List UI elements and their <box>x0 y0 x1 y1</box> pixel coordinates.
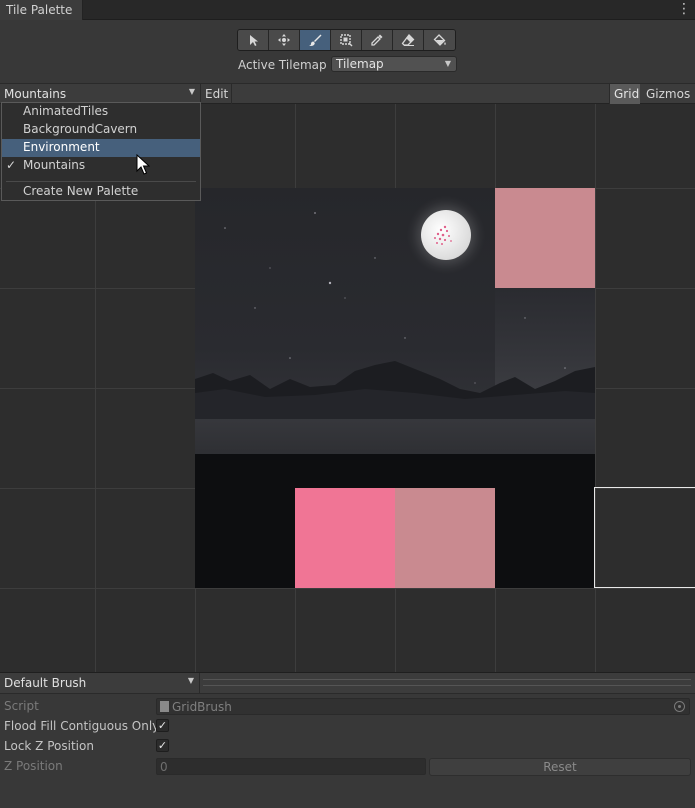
script-value: GridBrush <box>172 700 232 714</box>
brush-inspector: Script GridBrush Flood Fill Contiguous O… <box>0 694 695 808</box>
gizmos-toggle-button[interactable]: Gizmos <box>641 84 695 104</box>
moon <box>421 210 471 260</box>
mouse-cursor-icon <box>136 154 150 175</box>
tab-title: Tile Palette <box>6 3 73 17</box>
menu-item-backgroundcavern[interactable]: BackgroundCavern <box>2 121 200 139</box>
palette-tile-pink[interactable] <box>495 188 595 288</box>
move-tool-button[interactable] <box>269 30 300 50</box>
flood-fill-checkbox[interactable]: ✓ <box>156 719 169 732</box>
brush-dropdown[interactable]: Default Brush ▼ <box>0 673 200 693</box>
script-field[interactable]: GridBrush <box>156 698 690 715</box>
z-position-field[interactable]: 0 <box>156 758 426 775</box>
palette-menu: AnimatedTiles BackgroundCavern Environme… <box>1 102 201 201</box>
menu-item-create-new-palette[interactable]: Create New Palette <box>2 183 200 201</box>
more-options-icon[interactable]: ⋮ <box>677 0 691 20</box>
checkmark-icon: ✓ <box>6 158 17 172</box>
eraser-icon <box>401 34 415 46</box>
lock-z-row: Lock Z Position ✓ <box>0 736 695 756</box>
reset-button[interactable]: Reset <box>429 758 691 776</box>
menu-item-label: Environment <box>23 140 100 154</box>
chevron-down-icon: ▼ <box>187 676 194 685</box>
active-tilemap-dropdown[interactable]: Tilemap ▼ <box>331 56 457 72</box>
menu-item-label: Create New Palette <box>23 184 139 198</box>
menu-item-label: BackgroundCavern <box>23 122 138 136</box>
z-position-row: Z Position 0 Reset <box>0 756 695 776</box>
paint-tool-button[interactable] <box>300 30 331 50</box>
flood-fill-icon <box>433 34 446 46</box>
script-file-icon <box>160 701 169 712</box>
palette-bar: Mountains ▼ Edit Grid Gizmos <box>0 83 695 104</box>
lock-z-label: Lock Z Position <box>4 739 94 753</box>
lock-z-checkbox[interactable]: ✓ <box>156 739 169 752</box>
brush-bar: Default Brush ▼ <box>0 672 695 694</box>
object-picker-icon[interactable] <box>674 701 685 712</box>
chevron-down-icon: ▼ <box>188 87 195 96</box>
active-tilemap-value: Tilemap <box>336 57 384 71</box>
selected-cell-outline <box>594 487 695 588</box>
menu-item-animatedtiles[interactable]: AnimatedTiles <box>2 103 200 121</box>
menu-separator <box>6 181 196 182</box>
tool-strip <box>237 29 456 51</box>
active-tilemap-label: Active Tilemap <box>238 58 327 72</box>
moon-craters <box>434 225 452 245</box>
edit-palette-button[interactable]: Edit <box>200 84 232 104</box>
script-row: Script GridBrush <box>0 696 695 716</box>
picker-tool-button[interactable] <box>362 30 393 50</box>
tab-bar: Tile Palette ⋮ <box>0 0 695 20</box>
palette-tile-pink[interactable] <box>395 488 495 588</box>
palette-dropdown[interactable]: Mountains ▼ <box>0 84 200 104</box>
box-fill-tool-button[interactable] <box>331 30 362 50</box>
script-label: Script <box>4 699 39 713</box>
palette-dropdown-value: Mountains <box>4 87 67 101</box>
grid-line <box>0 588 695 589</box>
menu-item-mountains[interactable]: ✓ Mountains <box>2 157 200 175</box>
menu-item-environment[interactable]: Environment <box>2 139 200 157</box>
menu-item-label: Mountains <box>23 158 86 172</box>
box-fill-icon <box>340 34 353 47</box>
flood-fill-label: Flood Fill Contiguous Only <box>4 719 160 733</box>
paint-brush-icon <box>309 34 322 46</box>
tab-tile-palette[interactable]: Tile Palette <box>0 0 83 20</box>
chevron-down-icon: ▼ <box>444 59 451 68</box>
select-icon <box>250 35 258 46</box>
brush-dropdown-value: Default Brush <box>4 676 87 690</box>
move-icon <box>278 34 290 46</box>
eraser-tool-button[interactable] <box>393 30 424 50</box>
mountain-silhouette <box>195 361 595 419</box>
menu-item-label: AnimatedTiles <box>23 104 109 118</box>
z-position-label: Z Position <box>4 759 63 773</box>
panel-splitter[interactable] <box>203 679 691 686</box>
select-tool-button[interactable] <box>238 30 269 50</box>
picker-icon <box>371 34 383 46</box>
flood-fill-row: Flood Fill Contiguous Only ✓ <box>0 716 695 736</box>
grid-toggle-button[interactable]: Grid <box>609 84 640 104</box>
flood-fill-tool-button[interactable] <box>424 30 455 50</box>
palette-tile-pink[interactable] <box>295 488 395 588</box>
